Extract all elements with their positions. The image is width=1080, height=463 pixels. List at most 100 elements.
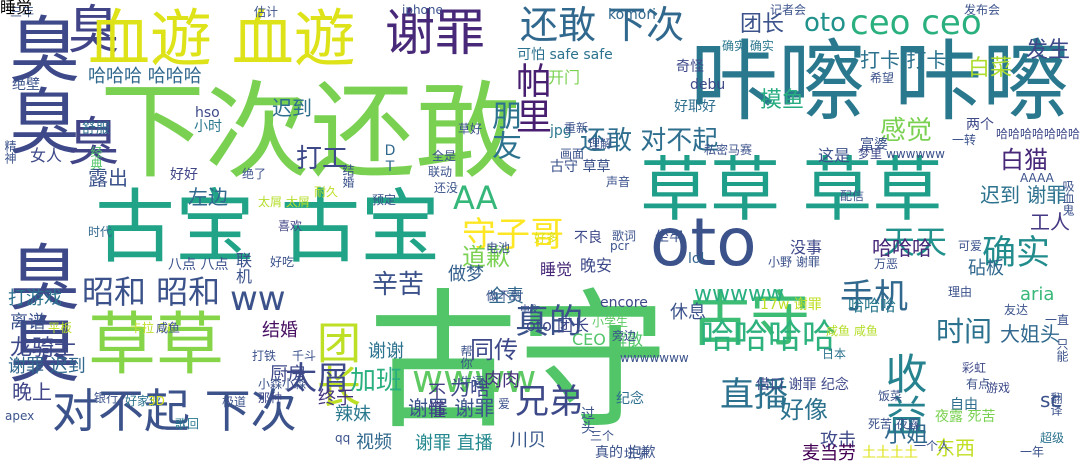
cloud-word-liyou: 理由: [948, 285, 973, 299]
cloud-word-liandong: 联动: [428, 165, 453, 179]
cloud-word-nvren: 女人: [30, 146, 63, 165]
cloud-word-xiwang: 希望: [870, 71, 895, 85]
cloud-word-jizhehui: 记者会: [770, 3, 807, 17]
cloud-word-buliang: 不良: [574, 230, 602, 246]
cloud-word-shijian: 时间: [936, 315, 993, 348]
cloud-word-meishi: 没事: [790, 238, 823, 257]
cloud-word-caohao: 草好: [458, 122, 483, 136]
cloud-word-yinian: 一年: [1020, 445, 1045, 459]
cloud-word-bangni: 帮你: [459, 345, 473, 369]
cloud-word-juebi: 绝壁: [12, 77, 40, 93]
cloud-word-caihong: 彩虹: [962, 361, 987, 375]
cloud-word-pingban: 平板: [48, 321, 73, 335]
cloud-word-peixin: 配信: [840, 189, 865, 203]
word-cloud: 古守 下次还敢 咔嚓 咔嚓 草草 草草 古宝 古宝 臭臭 臭臭 臭 臭 草草 血…: [0, 0, 1080, 463]
cloud-word-jingdian: 经典: [89, 146, 103, 170]
cloud-word-ceo-ceo: ceo ceo: [850, 3, 982, 43]
cloud-word-dianchi: 电池: [486, 241, 511, 255]
cloud-word-pangbian: 旁边: [612, 329, 637, 343]
cloud-word-haoduo: 好多: [534, 231, 559, 245]
cloud-word-chidao: 迟到: [272, 96, 312, 120]
cloud-word-oto-small: oto: [804, 8, 847, 38]
cloud-word-ww: ww: [230, 279, 286, 319]
cloud-word-lianji: 联机: [233, 252, 252, 284]
cloud-word-gushou-caocao: 古守 草草: [550, 159, 611, 175]
cloud-word-dayouxi: 打游戏: [8, 288, 62, 309]
cloud-word-budong: 不懂: [425, 382, 446, 418]
cloud-word-hahahaha: 哈哈哈哈: [700, 317, 836, 357]
cloud-word-dt: DT: [382, 143, 398, 175]
cloud-word-moyu: 摸鱼: [760, 88, 805, 113]
cloud-word-3d: 3D: [148, 394, 165, 408]
cloud-word-haohao: 好好: [170, 167, 198, 183]
cloud-word-zuobian: 左边: [188, 185, 228, 209]
cloud-word-taixie-pair: 太屑 太屑: [258, 195, 310, 209]
cloud-word-liangge: 两个: [966, 117, 994, 133]
cloud-word-xinku: 辛苦: [372, 270, 425, 300]
cloud-word-jingshen: 精神: [3, 140, 17, 164]
cloud-word-shidai: 时代: [88, 225, 113, 239]
cloud-word-debu: debu: [690, 77, 726, 93]
cloud-word-iphone: iphone: [402, 3, 443, 17]
cloud-word-tanzi: 坛子: [624, 447, 649, 461]
cloud-word-xiaoye-xiezui: 小野 谢罪: [768, 255, 820, 269]
cloud-word-juele: 绝了: [242, 167, 267, 181]
cloud-word-xiongdi: 兄弟: [515, 382, 583, 422]
cloud-word-queshi-pair: 确实 确实: [722, 39, 774, 53]
cloud-word-zheshi: 这是: [818, 146, 851, 165]
cloud-word-sange: 三个: [590, 429, 615, 443]
cloud-word-mengli: 梦里: [858, 147, 883, 161]
cloud-word-fasheng: 发生: [1026, 38, 1071, 63]
cloud-word-yizhi: 一直: [1045, 313, 1070, 327]
cloud-word-aaaa: AAAA: [1020, 171, 1054, 185]
cloud-word-riben: 日本: [822, 347, 847, 361]
cloud-word-jinian: 纪念: [616, 391, 644, 407]
cloud-word-niubi: 牛逼: [460, 375, 485, 389]
cloud-word-tuanzhang: 团长: [740, 12, 785, 37]
cloud-word-jiaban: 加班: [350, 366, 403, 396]
cloud-word-daka: 打卡 打卡: [860, 48, 947, 72]
cloud-word-huangan-xiaci: 还敢 下次: [520, 3, 685, 47]
cloud-word-youda: 友达: [1004, 303, 1029, 317]
cloud-word-encore: encore: [600, 295, 648, 311]
cloud-word-xiuxi: 休息: [670, 302, 706, 323]
cloud-word-zhineng: 只能: [1055, 338, 1069, 362]
cloud-word-tongchuan: 同传: [470, 336, 518, 364]
cloud-word-yinhang: 银行: [94, 391, 119, 405]
cloud-word-yelu-siku: 夜露 死苦: [935, 409, 996, 425]
cloud-word-jiehun-small: 结婚: [341, 164, 355, 188]
cloud-word-wanshang: 晚上: [12, 380, 52, 404]
cloud-word-hahaha-long: 哈哈哈哈哈哈哈: [995, 127, 1080, 141]
cloud-word-luchu: 露出: [88, 166, 128, 190]
cloud-word-lijie: 理解: [588, 137, 613, 151]
cloud-word-youdian: 有点: [966, 377, 991, 391]
cloud-word-fabuhui: 发布会: [964, 3, 1001, 17]
cloud-word-xiaoxuesheng: 小学生: [592, 315, 629, 329]
cloud-word-xianyu-pair: 咸鱼 咸鱼: [826, 324, 878, 338]
cloud-word-zhenban: 砧板: [968, 258, 1004, 279]
cloud-word-lamei: 辣妹: [335, 404, 371, 425]
cloud-word-zhaohe: 昭和 昭和: [82, 273, 221, 311]
cloud-word-aria: aria: [1020, 284, 1055, 305]
cloud-word-wane: 万恶: [874, 257, 899, 271]
cloud-word-fancai: 饭菜: [878, 389, 903, 403]
cloud-word-qq: qq: [335, 431, 351, 445]
cloud-word-fanyi: 翻译: [1049, 392, 1063, 416]
cloud-word-xihuan: 喜欢: [278, 219, 303, 233]
cloud-word-huamian: 画面: [560, 147, 585, 161]
cloud-word-qiandou: 千斗: [292, 349, 317, 363]
cloud-word-aa: AA: [453, 179, 498, 217]
cloud-word-nazhong: 那种: [258, 391, 283, 405]
cloud-word-kepa-safe: 可怕 safe safe: [517, 47, 613, 63]
cloud-word-haoxiang: 好像: [780, 396, 828, 424]
cloud-word-hahaha-pair: 哈哈哈 哈哈哈: [88, 66, 202, 87]
cloud-word-datie: 打铁: [252, 349, 277, 363]
cloud-word-xiezui-zhibo: 谢罪 直播: [415, 433, 493, 454]
cloud-word-jiekou-xiezui-jinian: 借口 谢罪 纪念: [756, 377, 849, 393]
cloud-word-xiezui-chidao: 谢罪 迟到: [8, 356, 86, 377]
cloud-word-yizhuan: 一转: [952, 133, 977, 147]
cloud-word-xueyou: 血遊 血遊: [88, 2, 356, 75]
cloud-word-tutu: 土土土土: [862, 445, 918, 461]
cloud-word-zuobudao: 做不到: [486, 289, 523, 303]
cloud-word-baimao: 白猫: [1000, 146, 1048, 174]
